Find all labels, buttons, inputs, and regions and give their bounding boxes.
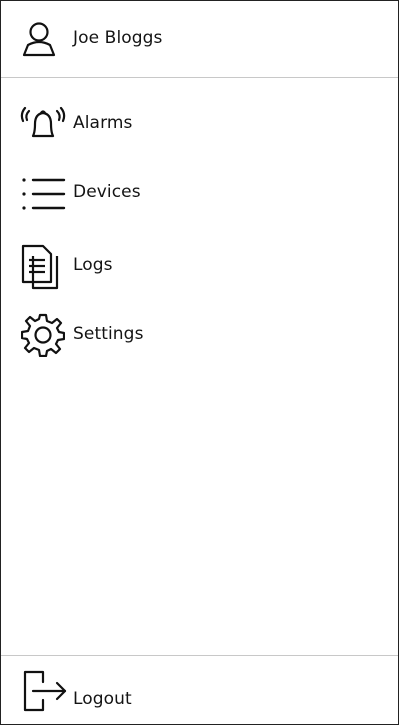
user-name: Joe Bloggs <box>73 28 163 48</box>
user-profile[interactable]: Joe Bloggs <box>1 1 398 77</box>
nav-item-alarms-label: Alarms <box>73 113 133 133</box>
documents-icon <box>21 244 61 290</box>
logout-icon <box>23 670 69 712</box>
nav-item-settings-label: Settings <box>73 324 144 344</box>
nav-item-logs-label: Logs <box>73 255 113 275</box>
alarm-bell-icon <box>19 102 67 146</box>
nav-item-devices-label: Devices <box>73 182 141 202</box>
logout-label: Logout <box>73 689 132 709</box>
nav-item-devices[interactable]: Devices <box>1 165 398 221</box>
list-icon <box>21 175 67 213</box>
header-divider <box>1 77 398 78</box>
nav-item-logs[interactable]: Logs <box>1 238 398 294</box>
nav-item-settings[interactable]: Settings <box>1 307 398 363</box>
nav-item-alarms[interactable]: Alarms <box>1 96 398 152</box>
logout-button[interactable]: Logout <box>1 656 398 724</box>
person-icon <box>19 21 59 59</box>
side-menu-panel: Joe Bloggs Alarms Devices Logs Settings … <box>0 0 399 725</box>
gear-icon <box>21 313 65 357</box>
